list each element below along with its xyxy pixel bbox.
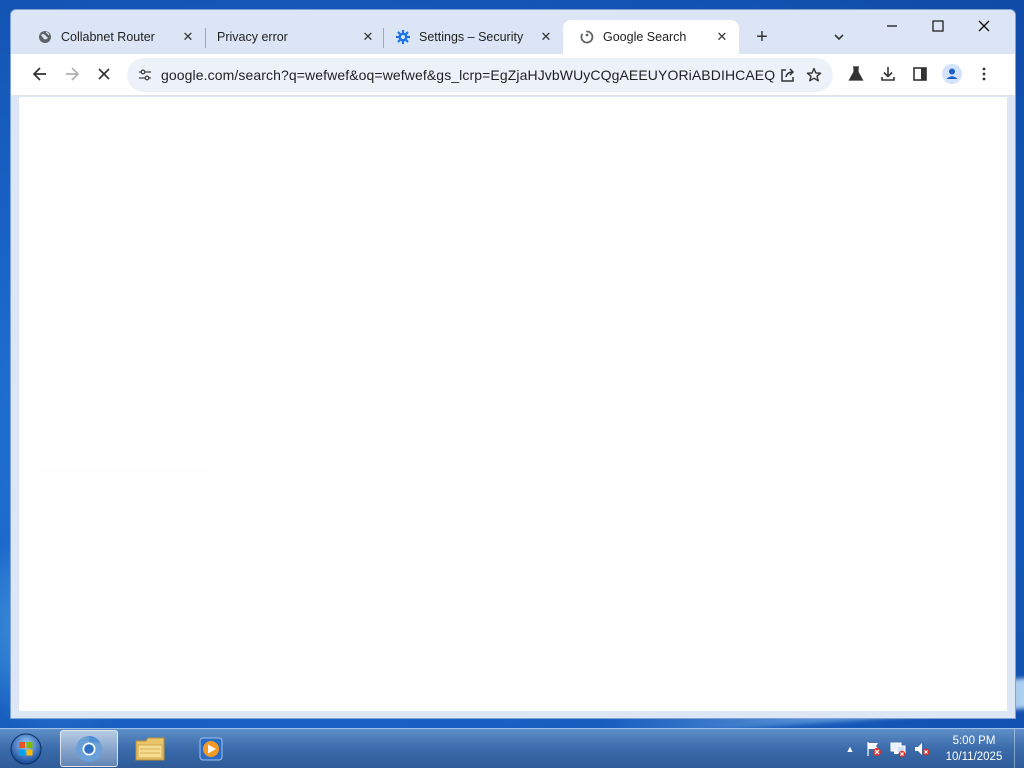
page-content: ........................................… <box>19 97 1007 711</box>
avatar-icon <box>942 64 962 84</box>
tab-strip: Collabnet Router ✕ Privacy error ✕ Setti… <box>11 10 1015 54</box>
labs-button[interactable] <box>842 60 870 88</box>
taskbar-clock[interactable]: 5:00 PM 10/11/2025 <box>938 733 1010 765</box>
address-bar[interactable]: google.com/search?q=wefwef&oq=wefwef&gs_… <box>127 58 833 92</box>
network-icon[interactable] <box>889 740 907 758</box>
close-window-button[interactable] <box>961 10 1007 42</box>
faint-page-text: ........................................… <box>43 465 214 474</box>
media-player-icon <box>199 737 223 760</box>
globe-icon <box>37 29 53 45</box>
forward-button[interactable] <box>58 60 86 88</box>
forward-arrow-icon <box>66 67 80 81</box>
folder-icon <box>135 737 165 760</box>
downloads-button[interactable] <box>874 60 902 88</box>
side-panel-button[interactable] <box>906 60 934 88</box>
browser-window: Collabnet Router ✕ Privacy error ✕ Setti… <box>10 9 1016 719</box>
maximize-button[interactable] <box>915 10 961 42</box>
tab-google-search[interactable]: Google Search ✕ <box>563 20 739 54</box>
tab-title: Privacy error <box>217 30 288 44</box>
clock-time: 5:00 PM <box>952 735 996 747</box>
tab-title: Collabnet Router <box>61 30 155 44</box>
share-button[interactable] <box>775 58 801 92</box>
taskbar-file-explorer[interactable] <box>121 730 179 767</box>
close-icon <box>978 20 990 32</box>
site-info-button[interactable] <box>129 58 161 92</box>
star-icon <box>806 67 822 82</box>
minimize-button[interactable] <box>869 10 915 42</box>
bookmark-button[interactable] <box>801 58 827 92</box>
start-button[interactable] <box>6 730 46 768</box>
tab-close-button[interactable]: ✕ <box>179 28 197 46</box>
tab-collabnet-router[interactable]: Collabnet Router ✕ <box>21 20 205 54</box>
share-icon <box>781 68 795 82</box>
url-text[interactable]: google.com/search?q=wefwef&oq=wefwef&gs_… <box>161 67 775 83</box>
minimize-icon <box>887 25 897 27</box>
tab-privacy-error[interactable]: Privacy error ✕ <box>201 20 385 54</box>
download-icon <box>881 67 895 81</box>
side-panel-icon <box>913 67 927 81</box>
back-button[interactable] <box>26 60 54 88</box>
kebab-menu-icon <box>982 67 986 81</box>
windows-logo-icon <box>10 733 42 765</box>
chrome-icon <box>76 735 102 762</box>
loading-icon <box>579 29 595 45</box>
chevron-down-icon <box>834 34 844 41</box>
tab-settings-security[interactable]: Settings – Security ✕ <box>379 20 563 54</box>
taskbar: ▲ 5:00 PM 10/11/2025 <box>0 728 1024 768</box>
tune-icon <box>139 69 151 81</box>
clock-date: 10/11/2025 <box>945 751 1003 763</box>
gear-icon <box>395 29 411 45</box>
browser-toolbar: google.com/search?q=wefwef&oq=wefwef&gs_… <box>11 54 1015 96</box>
new-tab-button[interactable]: + <box>749 24 775 50</box>
tab-close-button[interactable]: ✕ <box>537 28 555 46</box>
action-center-icon[interactable] <box>865 740 883 758</box>
stop-icon <box>98 68 110 80</box>
tab-title: Settings – Security <box>419 30 524 44</box>
menu-button[interactable] <box>970 60 998 88</box>
show-hidden-icons-button[interactable]: ▲ <box>842 741 858 757</box>
profile-button[interactable] <box>938 60 966 88</box>
tab-search-button[interactable] <box>826 24 852 50</box>
back-arrow-icon <box>32 67 46 81</box>
stop-loading-button[interactable] <box>90 60 118 88</box>
tab-close-button[interactable]: ✕ <box>713 28 731 46</box>
flask-icon <box>848 66 864 81</box>
tab-title: Google Search <box>603 30 687 44</box>
volume-muted-icon[interactable] <box>913 740 931 758</box>
taskbar-media-player[interactable] <box>182 730 240 767</box>
show-desktop-button[interactable] <box>1014 729 1024 768</box>
taskbar-chrome[interactable] <box>60 730 118 767</box>
tab-close-button[interactable]: ✕ <box>359 28 377 46</box>
maximize-icon <box>932 20 944 32</box>
